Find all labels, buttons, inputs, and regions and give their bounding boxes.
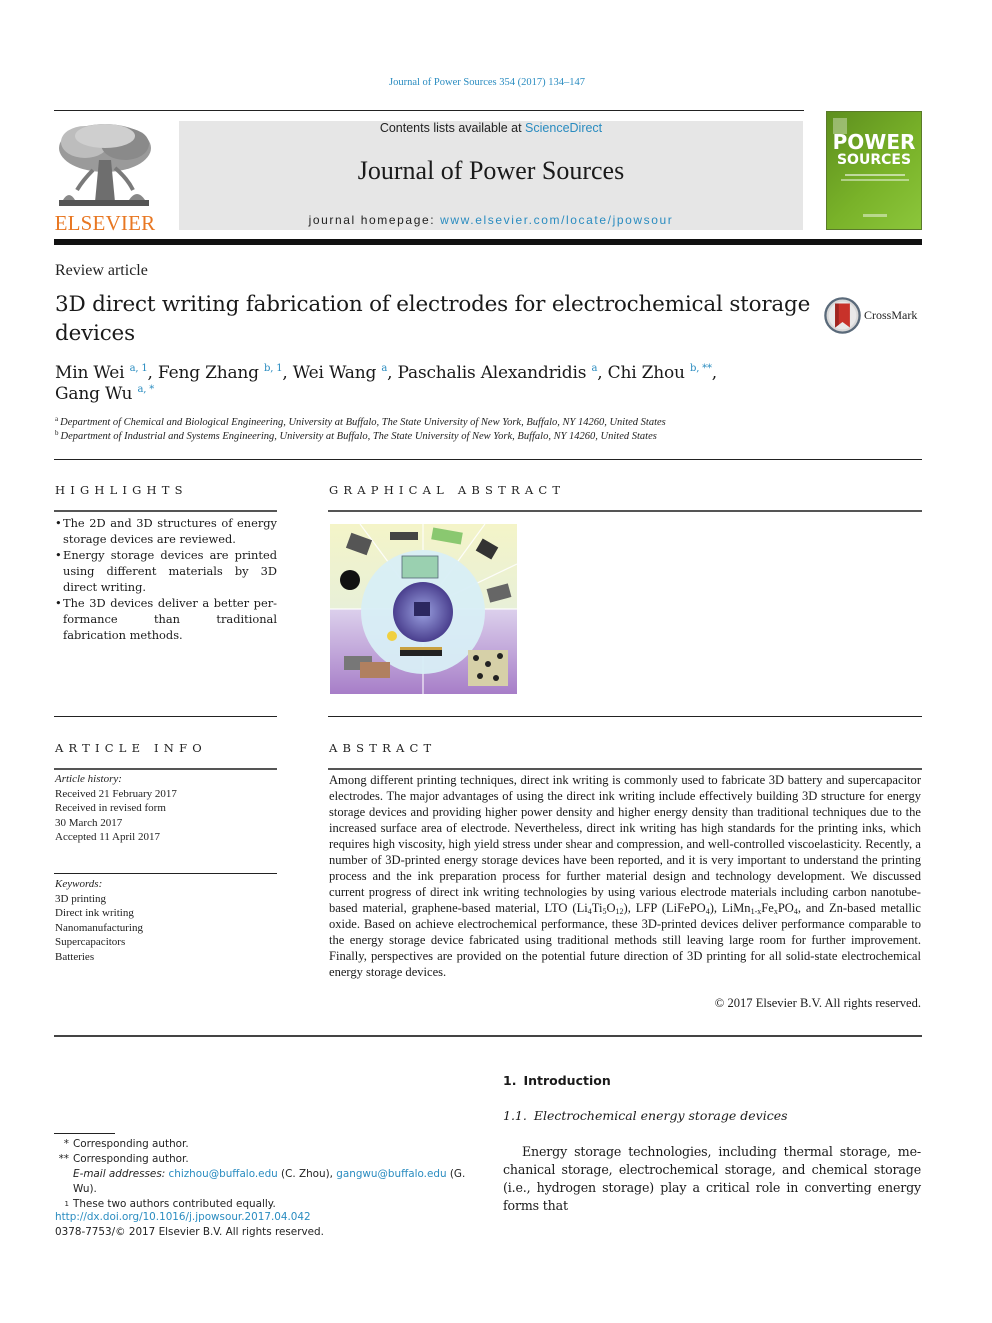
bullet-icon: • <box>55 596 62 610</box>
article-info-heading: ARTICLE INFO <box>55 741 207 755</box>
keyword-item: Supercapacitors <box>55 936 126 948</box>
article-type: Review article <box>55 262 148 279</box>
graphical-abstract-rule <box>328 510 922 512</box>
cover-footer-bar <box>863 214 887 217</box>
journal-cover-image[interactable]: POWER SOURCES <box>826 111 922 230</box>
contents-available-line: Contents lists available at ScienceDirec… <box>179 121 803 135</box>
keyword-item: Direct ink writing <box>55 907 134 919</box>
elsevier-wordmark: ELSEVIER <box>54 211 156 235</box>
email-link-zhou[interactable]: chizhou@buffalo.edu <box>169 1168 278 1180</box>
author-name[interactable]: Wei Wang <box>293 363 377 383</box>
header-thick-rule <box>54 239 922 245</box>
crossmark-icon <box>824 296 861 334</box>
abstract-text: Among different printing techniques, dir… <box>329 773 921 979</box>
journal-homepage-link[interactable]: www.elsevier.com/locate/jpowsour <box>440 213 673 227</box>
history-item: 30 March 2017 <box>55 816 123 829</box>
author-affiliation-mark[interactable]: a, * <box>138 384 155 395</box>
cover-subtitle-bar <box>845 174 905 176</box>
keywords: Keywords: 3D printing Direct ink writing… <box>55 877 277 964</box>
cover-subtitle-bar <box>841 179 909 181</box>
author-name[interactable]: Chi Zhou <box>608 363 685 383</box>
graphical-abstract-heading: GRAPHICAL ABSTRACT <box>329 483 566 497</box>
graphical-abstract-image[interactable] <box>330 524 517 694</box>
graphical-abstract-figure <box>330 524 517 694</box>
footnote-corresponding-2: ** Corresponding author. <box>58 1153 189 1165</box>
author-name[interactable]: Gang Wu <box>55 384 132 404</box>
highlights-list: • The 2D and 3D structures of energy stor… <box>55 515 277 643</box>
footnotes: * Corresponding author. ** Corresponding a… <box>55 1137 485 1215</box>
history-item: Received 21 February 2017 <box>55 787 177 800</box>
author-list: Min Wei a, 1, Feng Zhang b, 1, Wei Wang … <box>55 363 815 405</box>
footnote-corresponding-1: * Corresponding author. <box>63 1138 189 1150</box>
author-separator: , <box>282 363 293 383</box>
crossmark-button[interactable]: CrossMark <box>824 296 924 334</box>
author-name[interactable]: Min Wei <box>55 363 125 383</box>
header-top-rule <box>54 110 804 111</box>
highlight-item: • The 3D devices deliver a better per-for… <box>55 595 277 643</box>
sciencedirect-link[interactable]: ScienceDirect <box>525 121 602 135</box>
affiliation-item: b Department of Industrial and Systems En… <box>55 430 855 444</box>
journal-homepage-line: journal homepage: www.elsevier.com/locat… <box>179 213 803 227</box>
affiliation-text: Department of Industrial and Systems Eng… <box>60 431 657 442</box>
abstract-heading: ABSTRACT <box>329 741 437 755</box>
article-info-rule <box>54 768 277 770</box>
affiliation-list: a Department of Chemical and Biological E… <box>55 416 855 444</box>
doi-link[interactable]: http://dx.doi.org/10.1016/j.jpowsour.201… <box>55 1211 311 1223</box>
email-link-wu[interactable]: gangwu@buffalo.edu <box>336 1168 446 1180</box>
abstract-copyright: © 2017 Elsevier B.V. All rights reserved… <box>714 996 921 1010</box>
journal-title: Journal of Power Sources <box>357 156 625 185</box>
author-separator: , <box>711 363 717 383</box>
history-item: Accepted 11 April 2017 <box>55 831 160 843</box>
affiliation-text: Department of Chemical and Biological En… <box>60 417 666 428</box>
keyword-item: Batteries <box>55 950 95 963</box>
cover-title-line1: POWER <box>832 130 916 154</box>
bullet-icon: • <box>55 516 62 530</box>
author-affiliation-mark[interactable]: a, 1 <box>130 363 148 374</box>
author-separator: , <box>597 363 608 383</box>
author-separator: , <box>147 363 158 383</box>
highlights-bottom-rule <box>54 716 277 717</box>
article-history-label: Article history: <box>55 773 122 785</box>
cover-title-line2: SOURCES <box>836 152 912 168</box>
crossmark-label: CrossMark <box>864 307 918 322</box>
issn-copyright: 0378-7753/© 2017 Elsevier B.V. All right… <box>55 1226 324 1238</box>
graphical-abstract-bottom-rule <box>328 716 922 717</box>
footnote-rule <box>54 1133 115 1134</box>
journal-citation-link[interactable]: Journal of Power Sources 354 (2017) 134–… <box>0 77 974 88</box>
highlights-heading: HIGHLIGHTS <box>55 483 188 497</box>
abstract-rule <box>328 768 922 770</box>
elsevier-logo[interactable]: ELSEVIER <box>53 118 157 235</box>
highlight-text: Energy storage devices are printed using… <box>63 548 277 594</box>
footnote-emails: E-mail addresses: chizhou@buffalo.edu (C… <box>73 1168 466 1195</box>
keyword-item: 3D printing <box>55 892 107 905</box>
introduction-paragraph: Energy storage technologies, including t… <box>503 1144 921 1213</box>
highlight-item: • The 2D and 3D structures of energy stor… <box>55 515 277 547</box>
homepage-prefix: journal homepage: <box>308 213 441 227</box>
affiliation-item: a Department of Chemical and Biological E… <box>55 416 855 430</box>
keywords-rule <box>54 873 277 874</box>
front-matter-end-rule <box>54 1035 922 1037</box>
highlight-text: The 2D and 3D structures of energy stora… <box>63 516 277 546</box>
highlights-rule <box>54 510 277 512</box>
keyword-item: Nanomanufacturing <box>55 921 143 934</box>
affiliation-mark: b <box>55 429 59 437</box>
affiliation-mark: a <box>55 415 59 423</box>
subsection-heading: 1.1. Electrochemical energy storage devic… <box>503 1108 788 1123</box>
title-block-rule <box>54 459 922 460</box>
history-item: Received in revised form <box>55 802 166 814</box>
author-name[interactable]: Paschalis Alexandridis <box>398 363 587 383</box>
highlight-item: • Energy storage devices are printed usin… <box>55 547 277 595</box>
author-affiliation-mark[interactable]: b, 1 <box>264 363 283 374</box>
author-separator: , <box>387 363 398 383</box>
highlight-text: The 3D devices deliver a better per-form… <box>63 596 277 642</box>
bullet-icon: • <box>55 548 62 562</box>
article-history: Article history: Received 21 February 20… <box>55 772 277 845</box>
author-name[interactable]: Feng Zhang <box>158 363 259 383</box>
section-heading-introduction: 1. Introduction <box>503 1073 611 1088</box>
contents-prefix: Contents lists available at <box>379 121 526 135</box>
elsevier-tree-icon <box>55 120 153 210</box>
keywords-label: Keywords: <box>55 878 103 890</box>
article-title: 3D direct writing fabrication of electro… <box>55 292 811 346</box>
author-affiliation-mark[interactable]: b, ** <box>690 363 712 374</box>
